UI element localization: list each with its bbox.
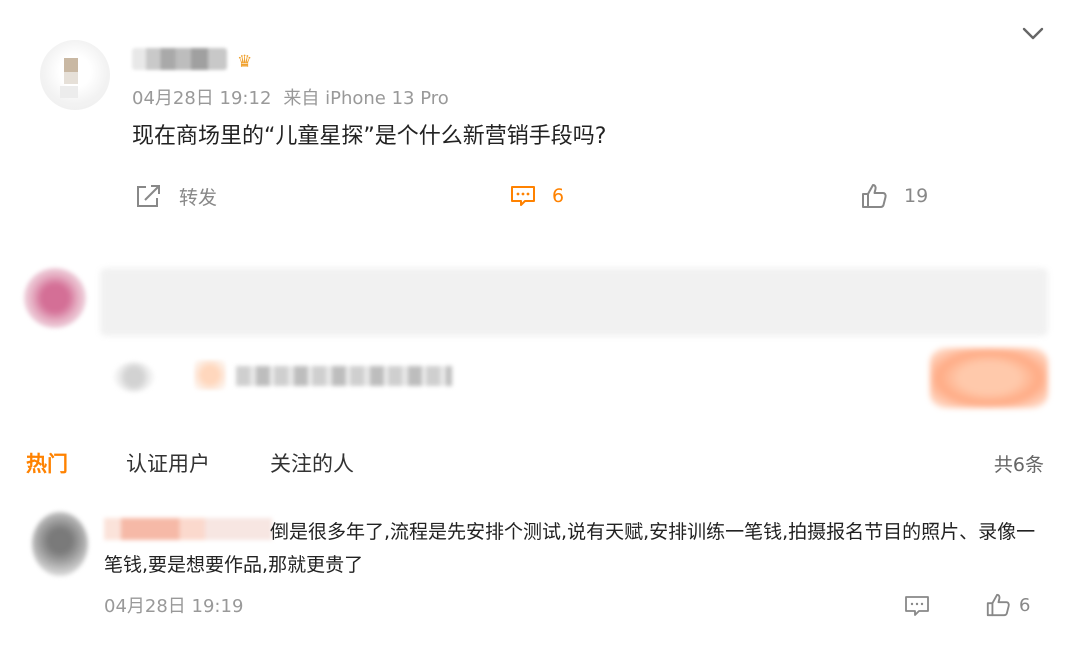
- submit-comment-button-redacted[interactable]: [930, 348, 1048, 408]
- post-content: 现在商场里的“儿童星探”是个什么新营销手段吗?: [132, 124, 607, 149]
- commenter-avatar-redacted[interactable]: [32, 512, 88, 576]
- tab-verified-users[interactable]: 认证用户: [126, 448, 210, 478]
- thumbs-up-icon: [986, 593, 1010, 617]
- checkbox-icon-redacted[interactable]: [194, 360, 226, 390]
- post-author-avatar[interactable]: [40, 40, 110, 110]
- emoji-icon-redacted[interactable]: [114, 362, 154, 392]
- post-source: 来自 iPhone 13 Pro: [283, 88, 449, 109]
- comment-count: 6: [552, 185, 565, 207]
- repost-option-redacted: [236, 366, 452, 386]
- repost-label: 转发: [179, 186, 218, 209]
- comment-total-count: 共6条: [993, 454, 1044, 476]
- repost-button[interactable]: 转发: [135, 182, 217, 210]
- comment-icon: [905, 596, 929, 616]
- tab-hot[interactable]: 热门: [26, 448, 68, 478]
- current-user-avatar-redacted: [24, 268, 86, 328]
- chevron-down-icon[interactable]: [1020, 22, 1046, 46]
- like-button[interactable]: 19: [860, 182, 928, 210]
- reply-input-redacted[interactable]: [100, 268, 1048, 336]
- like-count: 19: [904, 185, 929, 207]
- comment-icon: [511, 186, 535, 206]
- share-icon: [137, 185, 160, 207]
- post-author-name-redacted[interactable]: [132, 48, 227, 70]
- reply-button[interactable]: [904, 594, 930, 622]
- post-time: 04月28日 19:12: [132, 88, 272, 109]
- tab-following[interactable]: 关注的人: [270, 448, 354, 478]
- thumbs-up-icon: [862, 184, 887, 208]
- comment-like-count: 6: [1019, 594, 1031, 616]
- comment-button[interactable]: 6: [510, 182, 564, 210]
- comment-time: 04月28日 19:19: [104, 596, 244, 617]
- user-badge-icon: ♛: [237, 52, 253, 72]
- comment-like-button[interactable]: 6: [985, 592, 1030, 618]
- post-meta: 04月28日 19:12 来自 iPhone 13 Pro: [132, 84, 449, 110]
- comment-text: 倒是很多年了,流程是先安排个测试,说有天赋,安排训练一笔钱,拍摄报名节目的照片、…: [104, 521, 1036, 576]
